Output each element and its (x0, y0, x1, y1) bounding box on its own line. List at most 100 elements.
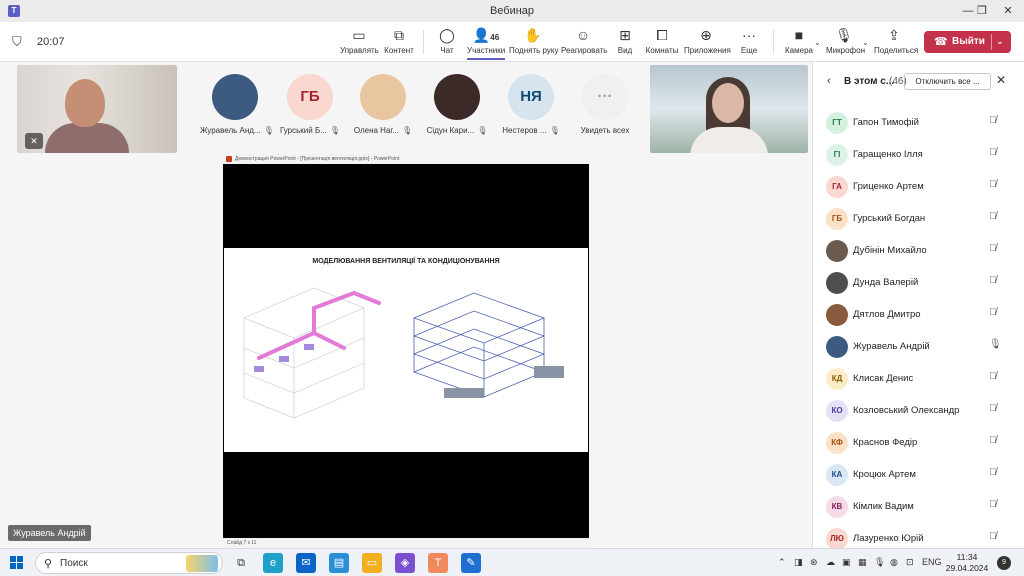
share-button[interactable]: ⇪ Поделиться (874, 26, 918, 60)
shared-screen[interactable]: Демонстрация PowerPoint - [Презентація в… (223, 154, 589, 548)
mic-off-icon[interactable]: 🎙̸ (989, 531, 997, 542)
mic-off-icon[interactable]: 🎙̸ (989, 115, 997, 126)
mic-off-icon[interactable]: 🎙̸ (989, 211, 997, 222)
participant-row[interactable]: КО Козловський Олександр 🎙̸ (813, 395, 1024, 427)
search-highlight-icon (186, 555, 218, 572)
mic-off-icon[interactable]: 🎙̸ (989, 243, 997, 254)
rooms-button[interactable]: ⧠ Комнаты (645, 26, 679, 60)
participant-row[interactable]: ГБ Гурський Богдан 🎙̸ (813, 203, 1024, 235)
copilot-icon[interactable]: ◈ (395, 553, 415, 573)
participant-avatar[interactable]: Сідун Кари... 🎙 (422, 74, 492, 135)
tray-app-icon[interactable]: ⊛ (810, 557, 818, 568)
participant-row[interactable]: ГА Гриценко Артем 🎙̸ (813, 171, 1024, 203)
share-tray-icon: ⇪ (888, 27, 900, 43)
edge-browser-icon[interactable]: e (263, 553, 283, 573)
apps-button[interactable]: ⊕ Приложения (684, 26, 731, 60)
participant-row[interactable]: ГТ Гапон Тимофій 🎙̸ (813, 107, 1024, 139)
onedrive-icon[interactable]: ☁ (826, 557, 835, 568)
store-icon[interactable]: ▤ (329, 553, 349, 573)
participant-row[interactable]: КА Кроцюк Артем 🎙̸ (813, 459, 1024, 491)
view-button[interactable]: ⊞ Вид (614, 26, 636, 60)
mic-off-icon[interactable]: 🎙̸ (989, 371, 997, 382)
tray-app-icon[interactable]: ◍ (890, 557, 898, 568)
participant-avatar[interactable]: ГБ Гурський Б... 🎙 (275, 74, 345, 135)
language-indicator[interactable]: ENG (922, 557, 942, 567)
mic-off-icon[interactable]: 🎙̸ (989, 307, 997, 318)
task-view-icon[interactable]: ⧉ (231, 553, 251, 573)
mic-off-icon[interactable]: 🎙̸ (989, 499, 997, 510)
content-button[interactable]: ⧉ Контент (383, 26, 415, 60)
taskbar-search-box[interactable]: ⚲ Поиск (35, 552, 223, 574)
participant-name: Клисак Денис (853, 373, 914, 384)
participant-avatar[interactable]: Олена Наг... 🎙 (348, 74, 418, 135)
mic-off-icon[interactable]: 🎙̸ (989, 179, 997, 190)
close-panel-icon[interactable]: ✕ (996, 73, 1006, 87)
notification-badge[interactable]: 9 (997, 556, 1011, 570)
close-window-button[interactable]: ✕ (994, 3, 1022, 19)
participant-row[interactable]: Дятлов Дмитро 🎙̸ (813, 299, 1024, 331)
tray-app-icon[interactable]: ⊡ (906, 557, 914, 568)
mic-off-icon[interactable]: 🎙̸ (989, 275, 997, 286)
participant-video-tile[interactable]: ✕ (17, 65, 177, 153)
mic-off-icon[interactable]: 🎙̸ (989, 435, 997, 446)
avatar: ГБ (826, 208, 848, 230)
chevron-left-icon[interactable]: ‹ (827, 75, 831, 87)
meeting-stage: ✕ Журавель Анд... 🎙 ГБ Гурський Б... 🎙 Олена … (0, 62, 812, 548)
mic-off-icon[interactable]: 🎙̸ (989, 467, 997, 478)
file-explorer-icon[interactable]: ▭ (362, 553, 382, 573)
mic-on-icon[interactable]: 🎙 (989, 339, 1002, 350)
camera-button[interactable]: ■ Камера (784, 26, 814, 60)
participant-row[interactable]: ГІ Гаращенко Ілля 🎙̸ (813, 139, 1024, 171)
see-all-participants-button[interactable]: ··· Увидеть всех (570, 74, 640, 135)
participant-row[interactable]: КВ Кімлик Вадим 🎙̸ (813, 491, 1024, 523)
avatar-name: Олена Наг... 🎙 (353, 126, 413, 135)
avatar-name: Нестеров ... 🎙 (502, 126, 560, 135)
whiteboard-icon[interactable]: ✎ (461, 553, 481, 573)
participant-row[interactable]: Журавель Андрій 🎙 (813, 331, 1024, 363)
tray-app-icon[interactable]: ◨ (794, 557, 803, 568)
chat-button[interactable]: ◯ Чат (435, 26, 459, 60)
participant-row[interactable]: КФ Краснов Федір 🎙̸ (813, 427, 1024, 459)
participant-name: Гриценко Артем (853, 181, 924, 192)
leave-options-chevron-icon[interactable]: ⌄ (996, 36, 1004, 47)
tray-chevron-up-icon[interactable]: ⌃ (778, 557, 786, 568)
avatar: ГА (826, 176, 848, 198)
tray-app-icon[interactable]: ▦ (858, 557, 867, 568)
tray-app-icon[interactable]: ▣ (842, 557, 851, 568)
windows-start-icon[interactable] (10, 556, 23, 569)
mic-off-icon[interactable]: 🎙̸ (989, 403, 997, 414)
video-person-face (712, 83, 744, 123)
mail-icon[interactable]: ✉ (296, 553, 316, 573)
maximize-button[interactable]: ❐ (968, 3, 996, 19)
shield-icon[interactable]: ⛉ (12, 34, 22, 50)
leave-button[interactable]: ☎ Выйти ⌄ (924, 31, 1011, 53)
participant-avatar[interactable]: Журавель Анд... 🎙 (200, 74, 274, 135)
tray-mic-icon[interactable]: 🎙 (874, 557, 885, 568)
mic-button[interactable]: 🎙 Микрофон (826, 26, 865, 60)
mic-options-chevron-icon[interactable]: ⌄ (862, 38, 869, 47)
avatar (826, 272, 848, 294)
camera-options-chevron-icon[interactable]: ⌄ (814, 38, 821, 47)
teams-taskbar-icon[interactable]: T (428, 553, 448, 573)
add-app-icon: ⊕ (700, 27, 712, 43)
react-button[interactable]: ☺ Реагировать (561, 26, 607, 60)
participants-button[interactable]: 👤46 Участники (467, 26, 505, 60)
participant-row[interactable]: Дубінін Михайло 🎙̸ (813, 235, 1024, 267)
mic-off-icon[interactable]: 🎙̸ (989, 147, 997, 158)
camera-icon: ■ (794, 27, 804, 43)
manage-button[interactable]: ▭ Управлять (340, 26, 379, 60)
toolbar-divider (423, 30, 424, 54)
mic-off-icon: 🎙 (835, 27, 853, 43)
raise-hand-button[interactable]: ✋ Поднять руку (509, 26, 558, 60)
more-dots-icon: ··· (742, 27, 756, 43)
mute-all-button[interactable]: Отключить все ... (904, 73, 991, 90)
mic-off-icon: 🎙 (263, 126, 274, 135)
participant-name: Козловський Олександр (853, 405, 960, 416)
more-button[interactable]: ··· Еще (738, 26, 760, 60)
taskbar-clock[interactable]: 11:34 29.04.2024 (944, 552, 990, 574)
participant-video-tile[interactable] (650, 65, 808, 153)
participant-name: Гапон Тимофій (853, 117, 919, 128)
participant-row[interactable]: КД Клисак Денис 🎙̸ (813, 363, 1024, 395)
participant-avatar[interactable]: НЯ Нестеров ... 🎙 (496, 74, 566, 135)
participant-row[interactable]: Дунда Валерій 🎙̸ (813, 267, 1024, 299)
